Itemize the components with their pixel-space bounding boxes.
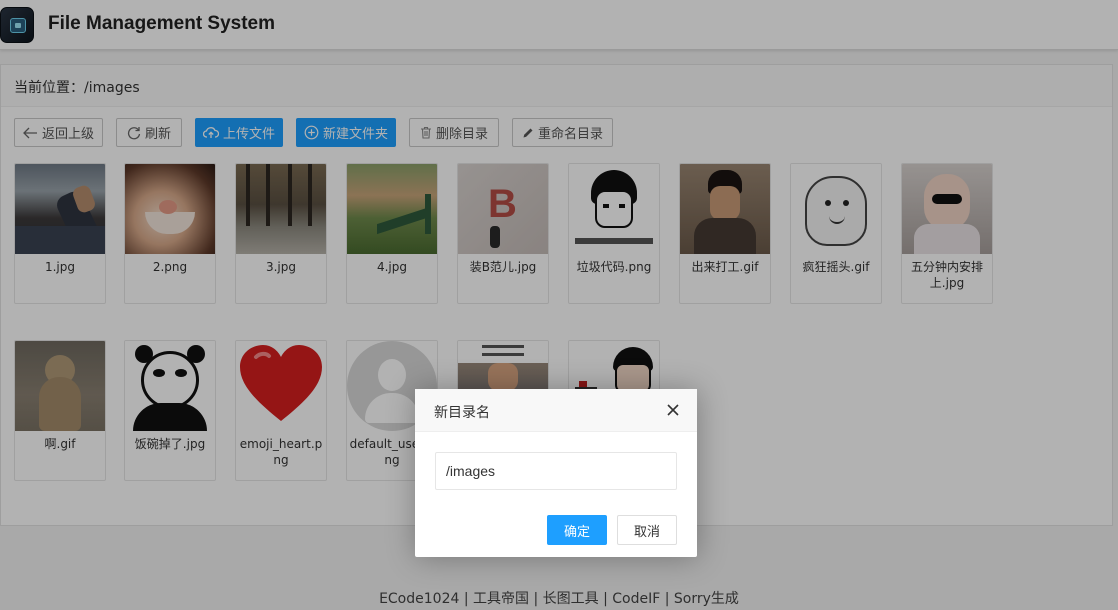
rename-dialog: 新目录名 确定 取消 (415, 389, 697, 557)
directory-name-input[interactable] (435, 452, 677, 490)
close-icon[interactable] (665, 402, 681, 418)
cancel-button[interactable]: 取消 (617, 515, 677, 545)
confirm-button[interactable]: 确定 (547, 515, 607, 545)
dialog-header: 新目录名 (415, 389, 697, 432)
dialog-title: 新目录名 (434, 405, 490, 421)
